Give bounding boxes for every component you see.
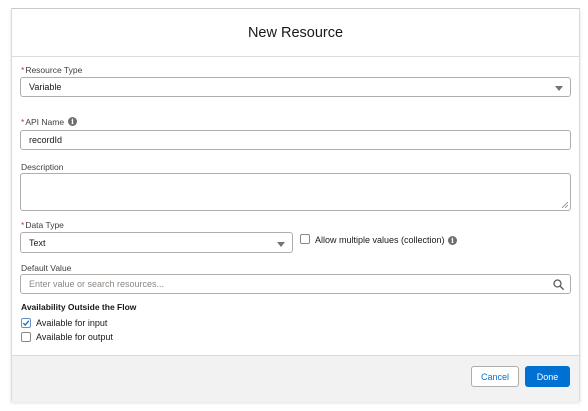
chevron-down-icon bbox=[277, 242, 285, 247]
available-for-input-label: Available for input bbox=[36, 318, 108, 328]
required-marker: * bbox=[21, 220, 25, 230]
search-icon[interactable] bbox=[553, 279, 564, 290]
api-name-label: *API Name bbox=[21, 117, 65, 127]
background-page-strip bbox=[0, 0, 588, 8]
info-icon[interactable]: i bbox=[448, 236, 457, 245]
api-name-value: recordId bbox=[29, 135, 63, 145]
resource-type-select[interactable]: Variable bbox=[20, 77, 571, 97]
available-for-output-label: Available for output bbox=[36, 332, 113, 342]
modal-title: New Resource bbox=[247, 24, 344, 41]
done-button[interactable]: Done bbox=[525, 366, 570, 387]
description-textarea[interactable] bbox=[20, 173, 571, 211]
available-for-input-checkbox[interactable] bbox=[21, 318, 31, 328]
resource-type-label: *Resource Type bbox=[21, 65, 83, 75]
required-marker: * bbox=[21, 65, 25, 75]
cancel-button[interactable]: Cancel bbox=[471, 366, 519, 387]
new-resource-modal: New Resource *Resource Type Variable *AP… bbox=[11, 8, 580, 402]
description-label: Description bbox=[21, 162, 64, 172]
required-marker: * bbox=[21, 117, 25, 127]
resize-grip-icon[interactable] bbox=[562, 202, 568, 208]
data-type-label: *Data Type bbox=[21, 220, 64, 230]
resource-type-value: Variable bbox=[29, 82, 62, 92]
available-for-output-checkbox[interactable] bbox=[21, 332, 31, 342]
info-icon[interactable]: i bbox=[68, 117, 77, 126]
default-value-label: Default Value bbox=[21, 263, 72, 273]
allow-multiple-checkbox[interactable] bbox=[300, 234, 310, 244]
default-value-input[interactable]: Enter value or search resources... bbox=[20, 274, 571, 294]
api-name-input[interactable]: recordId bbox=[20, 130, 571, 150]
data-type-select[interactable]: Text bbox=[20, 232, 293, 253]
check-icon bbox=[22, 320, 30, 326]
availability-title: Availability Outside the Flow bbox=[21, 302, 137, 312]
modal-footer: Cancel Done bbox=[12, 355, 579, 402]
modal-header: New Resource bbox=[12, 9, 579, 57]
default-value-placeholder: Enter value or search resources... bbox=[29, 279, 165, 289]
chevron-down-icon bbox=[555, 86, 563, 91]
data-type-value: Text bbox=[29, 237, 46, 248]
allow-multiple-label: Allow multiple values (collection) bbox=[315, 235, 445, 245]
